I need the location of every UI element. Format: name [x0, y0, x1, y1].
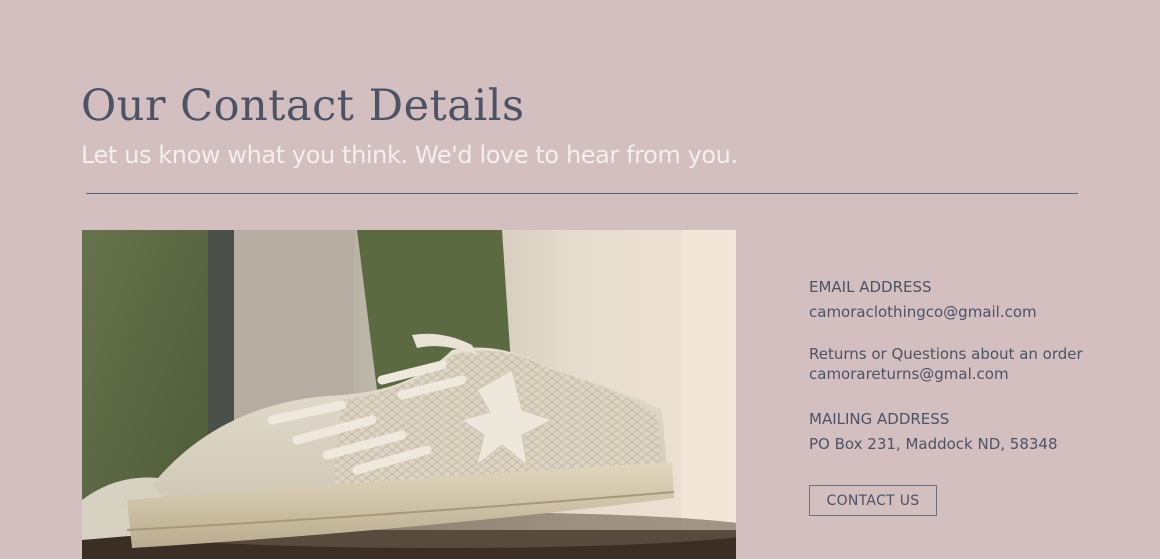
sneaker-photo — [82, 230, 736, 559]
mailing-label: MAILING ADDRESS — [809, 410, 950, 428]
page-title: Our Contact Details — [81, 81, 525, 131]
section-divider — [86, 193, 1078, 194]
email-label: EMAIL ADDRESS — [809, 278, 932, 296]
mailing-address: PO Box 231, Maddock ND, 58348 — [809, 435, 1058, 453]
email-address-link[interactable]: camoraclothingco@gmail.com — [809, 302, 1037, 322]
page-subtitle: Let us know what you think. We'd love to… — [81, 141, 738, 169]
contact-us-button[interactable]: CONTACT US — [809, 485, 937, 516]
returns-label: Returns or Questions about an order — [809, 345, 1083, 363]
returns-email-link[interactable]: camorareturns@gmal.com — [809, 364, 1009, 384]
